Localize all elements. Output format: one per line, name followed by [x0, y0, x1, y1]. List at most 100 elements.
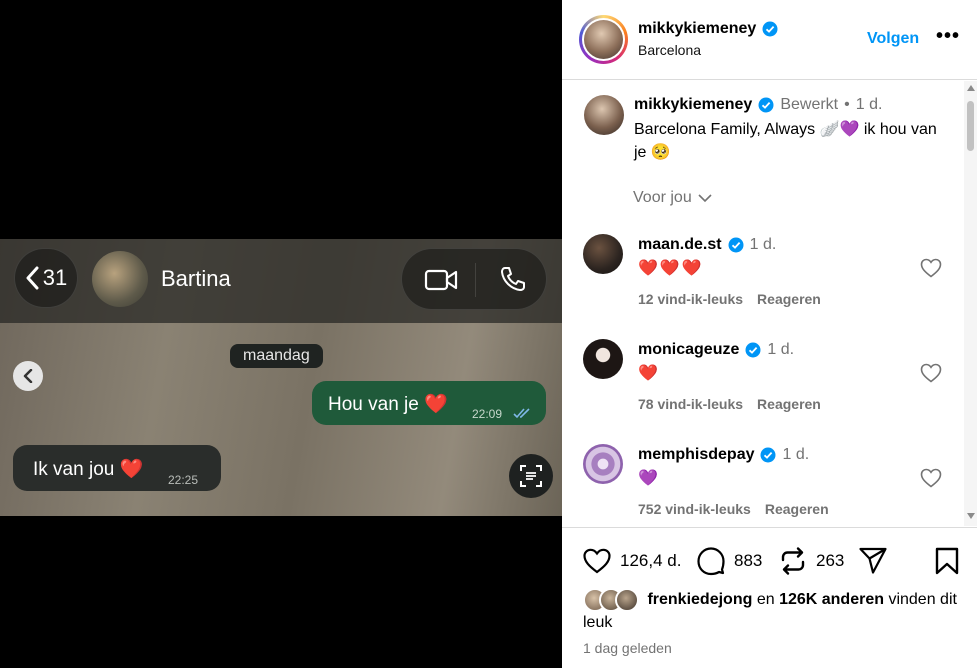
commenter-avatar[interactable] [583, 444, 623, 484]
send-icon [859, 547, 887, 574]
comment-likes[interactable]: 78 vind-ik-leuks [638, 396, 743, 412]
comment-button[interactable]: 883 [696, 546, 762, 576]
chat-call-buttons [401, 248, 547, 310]
liker-avatars[interactable] [583, 588, 639, 612]
comment-reply-button[interactable]: Reageren [757, 396, 821, 412]
commenter-username[interactable]: memphisdepay [638, 446, 754, 464]
caption-edited-label: Bewerkt [780, 96, 839, 113]
voor-jou-label: Voor jou [633, 189, 692, 206]
post-header: mikkykiemeney Barcelona Volgen ••• [562, 0, 977, 80]
commenter-avatar[interactable] [583, 339, 623, 379]
chat-message-incoming: Ik van jou ❤️ 22:25 [13, 445, 221, 491]
comment-likes[interactable]: 12 vind-ik-leuks [638, 291, 743, 307]
dot-separator: • [844, 96, 850, 113]
comment-text: ❤️❤️❤️ [638, 260, 704, 277]
author-avatar[interactable] [579, 15, 628, 64]
chevron-down-icon [698, 193, 712, 202]
scan-text-icon [509, 454, 553, 498]
scrollbar-thumb[interactable] [967, 101, 974, 151]
like-button[interactable]: 126,4 d. [582, 546, 681, 576]
caption-username[interactable]: mikkykiemeney [634, 96, 752, 114]
divider [475, 263, 476, 297]
comment-stats: 752 vind-ik-leuks Reageren [638, 501, 829, 517]
chat-contact-avatar [92, 251, 148, 307]
message-time: 22:25 [168, 473, 199, 487]
comment-item: monicageuze 1 d. ❤️ 78 vind-ik-leuks Rea… [562, 339, 977, 439]
chevron-left-icon [26, 266, 39, 290]
comment-count: 883 [734, 551, 763, 570]
liked-by-summary: frenkiedejong en 126K anderen vinden dit… [583, 588, 963, 634]
verified-badge-icon [728, 237, 744, 253]
share-button[interactable] [858, 546, 888, 576]
comment-meta: maan.de.st 1 d. [638, 236, 776, 254]
verified-badge-icon [745, 342, 761, 358]
verified-badge-icon [760, 447, 776, 463]
comment-time[interactable]: 1 d. [750, 236, 777, 254]
media-previous-button[interactable] [13, 361, 43, 391]
comments-scrollbar[interactable] [964, 81, 977, 526]
post-actions: 126,4 d. 883 263 frenkiedejong en 126K a… [562, 527, 977, 668]
caption-author-avatar[interactable] [584, 95, 624, 135]
chevron-left-icon [23, 369, 33, 383]
comment-stats: 78 vind-ik-leuks Reageren [638, 396, 821, 412]
save-button[interactable] [932, 546, 962, 576]
post-location[interactable]: Barcelona [638, 42, 701, 58]
author-username-row: mikkykiemeney [638, 20, 778, 38]
commenter-username[interactable]: monicageuze [638, 341, 739, 359]
post-timestamp[interactable]: 1 dag geleden [583, 640, 672, 656]
phone-icon [501, 267, 525, 291]
repost-button[interactable]: 263 [778, 546, 844, 576]
heart-icon [583, 548, 611, 574]
like-count: 126,4 d. [620, 551, 682, 570]
voor-jou-filter[interactable]: Voor jou [633, 189, 712, 207]
comment-item: maan.de.st 1 d. ❤️❤️❤️ 12 vind-ik-leuks … [562, 234, 977, 334]
caption-time[interactable]: 1 d. [856, 96, 883, 114]
comment-text: 💜 [638, 470, 660, 487]
chat-day-label: maandag [230, 344, 323, 368]
liked-by-others[interactable]: 126K anderen [779, 591, 884, 608]
liked-by-and: en [756, 591, 775, 609]
message-time: 22:09 [472, 407, 503, 421]
comment-likes[interactable]: 752 vind-ik-leuks [638, 501, 751, 517]
comment-reply-button[interactable]: Reageren [765, 501, 829, 517]
bookmark-icon [935, 547, 959, 575]
scroll-up-arrow-icon[interactable] [967, 85, 975, 91]
instagram-post-view: 31 Bartina maandag Hou van je ❤️ 22:09 I… [0, 0, 977, 668]
comment-time[interactable]: 1 d. [782, 446, 809, 464]
comment-meta: monicageuze 1 d. [638, 341, 794, 359]
read-receipt-icon [513, 408, 530, 419]
chat-contact-name: Bartina [161, 266, 231, 291]
comment-text: ❤️ [638, 365, 660, 382]
comments-scroll-area[interactable]: mikkykiemeney Bewerkt • 1 d. Barcelona F… [562, 81, 977, 526]
caption-text: Barcelona Family, Always 🪽💜 ik hou van j… [634, 121, 937, 161]
author-username[interactable]: mikkykiemeney [638, 20, 756, 38]
post-side-panel: mikkykiemeney Barcelona Volgen ••• mikky… [562, 0, 977, 668]
comment-stats: 12 vind-ik-leuks Reageren [638, 291, 821, 307]
repost-count: 263 [816, 551, 845, 570]
follow-button[interactable]: Volgen [867, 30, 919, 48]
comment-item: memphisdepay 1 d. 💜 752 vind-ik-leuks Re… [562, 444, 977, 526]
commenter-username[interactable]: maan.de.st [638, 236, 722, 254]
liked-by-user[interactable]: frenkiedejong [647, 591, 752, 608]
chat-back-count: 31 [42, 265, 68, 290]
chat-message-outgoing: Hou van je ❤️ 22:09 [312, 381, 546, 425]
scroll-down-arrow-icon[interactable] [967, 513, 975, 519]
comment-meta: memphisdepay 1 d. [638, 446, 809, 464]
repost-icon [781, 547, 805, 575]
comment-like-heart-icon[interactable] [920, 258, 942, 278]
verified-badge-icon [758, 97, 774, 113]
post-media[interactable]: 31 Bartina maandag Hou van je ❤️ 22:09 I… [0, 0, 562, 668]
message-text: Hou van je ❤️ [328, 394, 448, 415]
comment-like-heart-icon[interactable] [920, 363, 942, 383]
comment-time[interactable]: 1 d. [767, 341, 794, 359]
chat-back-button: 31 [14, 248, 78, 308]
comment-bubble-icon [697, 547, 725, 576]
comment-reply-button[interactable]: Reageren [757, 291, 821, 307]
more-options-button[interactable]: ••• [936, 26, 960, 46]
caption-meta: mikkykiemeney Bewerkt • 1 d. [634, 96, 882, 114]
verified-badge-icon [762, 21, 778, 37]
commenter-avatar[interactable] [583, 234, 623, 274]
message-text: Ik van jou ❤️ [33, 459, 144, 480]
comment-like-heart-icon[interactable] [920, 468, 942, 488]
chat-screenshot: 31 Bartina maandag Hou van je ❤️ 22:09 I… [0, 239, 562, 516]
